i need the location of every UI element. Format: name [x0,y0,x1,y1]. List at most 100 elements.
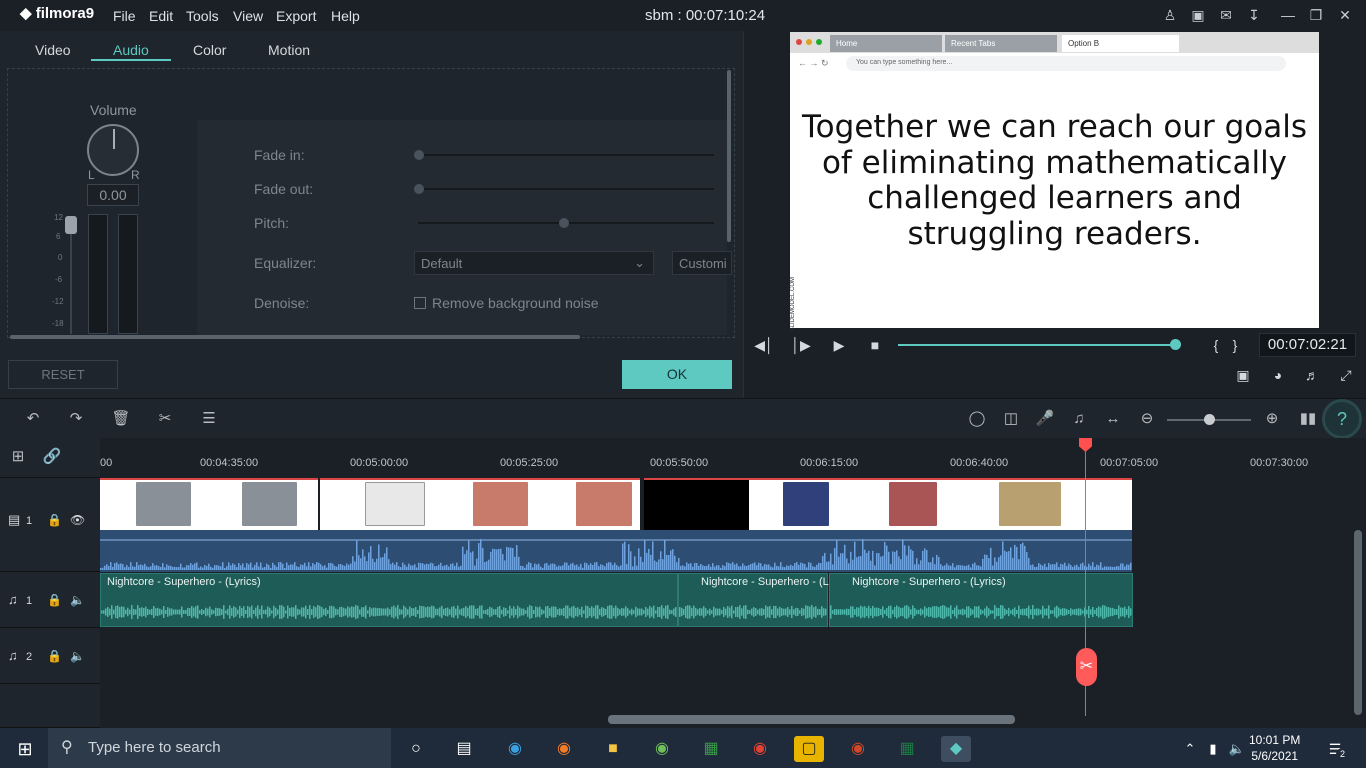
video-clip[interactable] [749,478,1132,530]
speaker-icon[interactable]: 🔈 [70,593,85,607]
timeline-vertical-scrollbar[interactable] [1354,530,1362,715]
delete-icon[interactable]: 🗑 [110,408,132,430]
sticky-notes-icon[interactable]: ▢ [794,736,824,762]
audio-mixer-icon[interactable]: ♫ [1068,408,1090,430]
pitch-thumb[interactable] [559,218,569,228]
firefox-icon[interactable]: ◉ [549,736,579,762]
tab-video[interactable]: Video [35,42,71,58]
taskbar-search[interactable]: ⚲ Type here to search [48,728,391,768]
numbers-icon[interactable]: ▦ [696,736,726,762]
timeline-horizontal-scrollbar[interactable] [608,715,1015,724]
download-icon[interactable]: ↧ [1244,5,1264,25]
account-icon[interactable]: ♙ [1160,5,1180,25]
excel-icon[interactable]: ▦ [892,736,922,762]
volume-tray-icon[interactable]: 🔈 [1222,736,1252,762]
menu-help[interactable]: Help [331,8,360,24]
microphone-icon[interactable]: 🎤 [1034,408,1056,430]
undo-icon[interactable]: ↶ [22,408,44,430]
music-clip[interactable]: Nightcore - Superhero - (Lyrics) [829,573,1133,627]
ok-button[interactable]: OK [622,360,732,389]
playback-thumb[interactable] [1170,339,1181,350]
eye-icon[interactable]: 👁 [70,513,85,527]
maximize-icon[interactable]: ❐ [1306,5,1326,25]
play-icon[interactable]: ▶ [829,337,849,355]
stop-icon[interactable]: ■ [865,337,885,355]
slide-line: of eliminating mathematically [821,144,1288,181]
system-clock[interactable]: 10:01 PM 5/6/2021 [1249,732,1300,764]
scissors-icon[interactable]: ✂ [1076,648,1097,686]
mark-out-icon[interactable]: } [1225,337,1245,355]
close-icon[interactable]: ✕ [1335,5,1355,25]
powerpoint-icon[interactable]: ◉ [843,736,873,762]
db-tick: -6 [55,275,63,284]
tab-color[interactable]: Color [193,42,226,58]
menu-view[interactable]: View [233,8,263,24]
help-icon[interactable]: ? [1322,399,1362,439]
settings-vertical-scrollbar[interactable] [727,70,731,242]
render-icon[interactable]: ◯ [966,408,988,430]
clip-thumbnail [576,482,632,526]
video-clip[interactable] [100,478,318,530]
cut-icon[interactable]: ✂ [154,408,176,430]
tab-motion[interactable]: Motion [268,42,310,58]
save-icon[interactable]: ▣ [1188,5,1208,25]
fit-timeline-icon[interactable]: ↔ [1102,408,1124,430]
browser-tab-strip: Home Recent Tabs Option B [790,32,1319,53]
link-icon[interactable]: 🔗 [41,446,63,468]
redo-icon[interactable]: ↷ [65,408,87,430]
lock-icon[interactable]: 🔒 [47,593,62,607]
notification-count: 2 [1336,748,1349,761]
menu-tools[interactable]: Tools [186,8,219,24]
customize-button[interactable]: Customi [672,251,732,275]
speaker-icon[interactable]: 🔈 [70,649,85,663]
task-view-icon[interactable]: ▤ [449,736,479,762]
menu-export[interactable]: Export [276,8,316,24]
fullscreen-icon[interactable]: ⤢ [1336,367,1356,385]
zoom-thumb[interactable] [1204,414,1215,425]
edge-icon[interactable]: ◉ [500,736,530,762]
video-clip[interactable] [644,478,749,530]
fade-out-thumb[interactable] [414,184,424,194]
remove-noise-label: Remove background noise [432,295,599,311]
cortana-icon[interactable]: ○ [401,736,431,762]
volume-slider-thumb[interactable] [65,216,77,234]
marker-icon[interactable]: ◫ [1000,408,1022,430]
fade-in-slider[interactable] [418,154,714,156]
settings-horizontal-scrollbar[interactable] [10,335,580,339]
video-audio-waveform[interactable] [100,530,1132,572]
layout-icon[interactable]: ▮▮ [1297,408,1319,430]
windows-start-icon[interactable]: ⊞ [10,736,40,762]
lock-icon[interactable]: 🔒 [47,513,62,527]
adjust-icon[interactable]: ☰ [198,408,220,430]
music-clip[interactable]: Nightcore - Superhero - (L [678,573,829,627]
fade-out-slider[interactable] [418,188,714,190]
equalizer-select[interactable]: Default ⌄ [414,251,654,275]
video-clip[interactable] [320,478,640,530]
browser-tab-active: Option B [1062,35,1179,52]
filmora-taskbar-icon[interactable]: ◆ [941,736,971,762]
fade-in-thumb[interactable] [414,150,424,160]
volume-value[interactable]: 0.00 [87,184,139,206]
zoom-in-icon[interactable]: ⊕ [1261,408,1283,430]
mail-icon[interactable]: ✉ [1216,5,1236,25]
zoom-out-icon[interactable]: ⊖ [1136,408,1158,430]
snapshot-icon[interactable]: ◕ [1268,367,1288,385]
playback-progress[interactable] [898,344,1176,346]
lock-icon[interactable]: 🔒 [47,649,62,663]
menu-edit[interactable]: Edit [149,8,173,24]
app-icon[interactable]: ◉ [647,736,677,762]
volume-icon[interactable]: ♬ [1302,367,1322,385]
minimize-icon[interactable]: — [1278,5,1298,25]
remove-noise-checkbox[interactable] [414,297,426,309]
reset-button[interactable]: RESET [8,360,118,389]
menu-file[interactable]: File [113,8,136,24]
step-forward-icon[interactable]: │▶ [791,337,811,355]
mark-in-icon[interactable]: { [1206,337,1226,355]
music-clip[interactable]: Nightcore - Superhero - (Lyrics) [100,573,678,627]
file-explorer-icon[interactable]: ■ [598,736,628,762]
chrome-icon[interactable]: ◉ [745,736,775,762]
previous-frame-icon[interactable]: ◀│ [754,337,774,355]
display-settings-icon[interactable]: ▣ [1233,367,1253,385]
add-track-icon[interactable]: ⊞ [7,446,29,468]
tab-audio[interactable]: Audio [113,42,149,58]
